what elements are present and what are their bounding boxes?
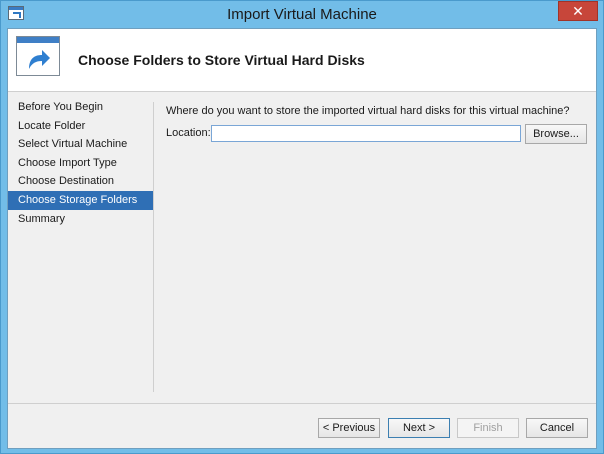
browse-button[interactable]: Browse... — [525, 124, 587, 144]
nav-item-locate-folder[interactable]: Locate Folder — [8, 117, 154, 136]
import-vm-window: Import Virtual Machine ✕ Choose Folders … — [0, 0, 604, 454]
import-arrow-icon — [16, 36, 60, 76]
wizard-steps-nav: Before You Begin Locate Folder Select Vi… — [8, 98, 154, 228]
nav-item-choose-storage-folders[interactable]: Choose Storage Folders — [8, 190, 154, 210]
previous-button[interactable]: < Previous — [318, 418, 380, 438]
footer-divider — [8, 403, 596, 404]
location-label: Location: — [166, 127, 211, 139]
window-title: Import Virtual Machine — [227, 6, 377, 23]
finish-button[interactable]: Finish — [457, 418, 519, 438]
nav-item-choose-import-type[interactable]: Choose Import Type — [8, 154, 154, 173]
page-title: Choose Folders to Store Virtual Hard Dis… — [78, 52, 365, 68]
wizard-client-area: Choose Folders to Store Virtual Hard Dis… — [7, 28, 597, 449]
nav-item-choose-destination[interactable]: Choose Destination — [8, 172, 154, 191]
title-bar[interactable]: Import Virtual Machine ✕ — [1, 1, 603, 28]
location-input[interactable] — [211, 125, 521, 142]
cancel-button[interactable]: Cancel — [526, 418, 588, 438]
storage-question-text: Where do you want to store the imported … — [166, 105, 570, 117]
wizard-header: Choose Folders to Store Virtual Hard Dis… — [8, 29, 596, 92]
close-button[interactable]: ✕ — [558, 1, 598, 21]
next-button[interactable]: Next > — [388, 418, 450, 438]
nav-item-before-you-begin[interactable]: Before You Begin — [8, 98, 154, 117]
nav-item-select-virtual-machine[interactable]: Select Virtual Machine — [8, 135, 154, 154]
nav-item-summary[interactable]: Summary — [8, 210, 154, 229]
nav-divider — [153, 102, 154, 392]
